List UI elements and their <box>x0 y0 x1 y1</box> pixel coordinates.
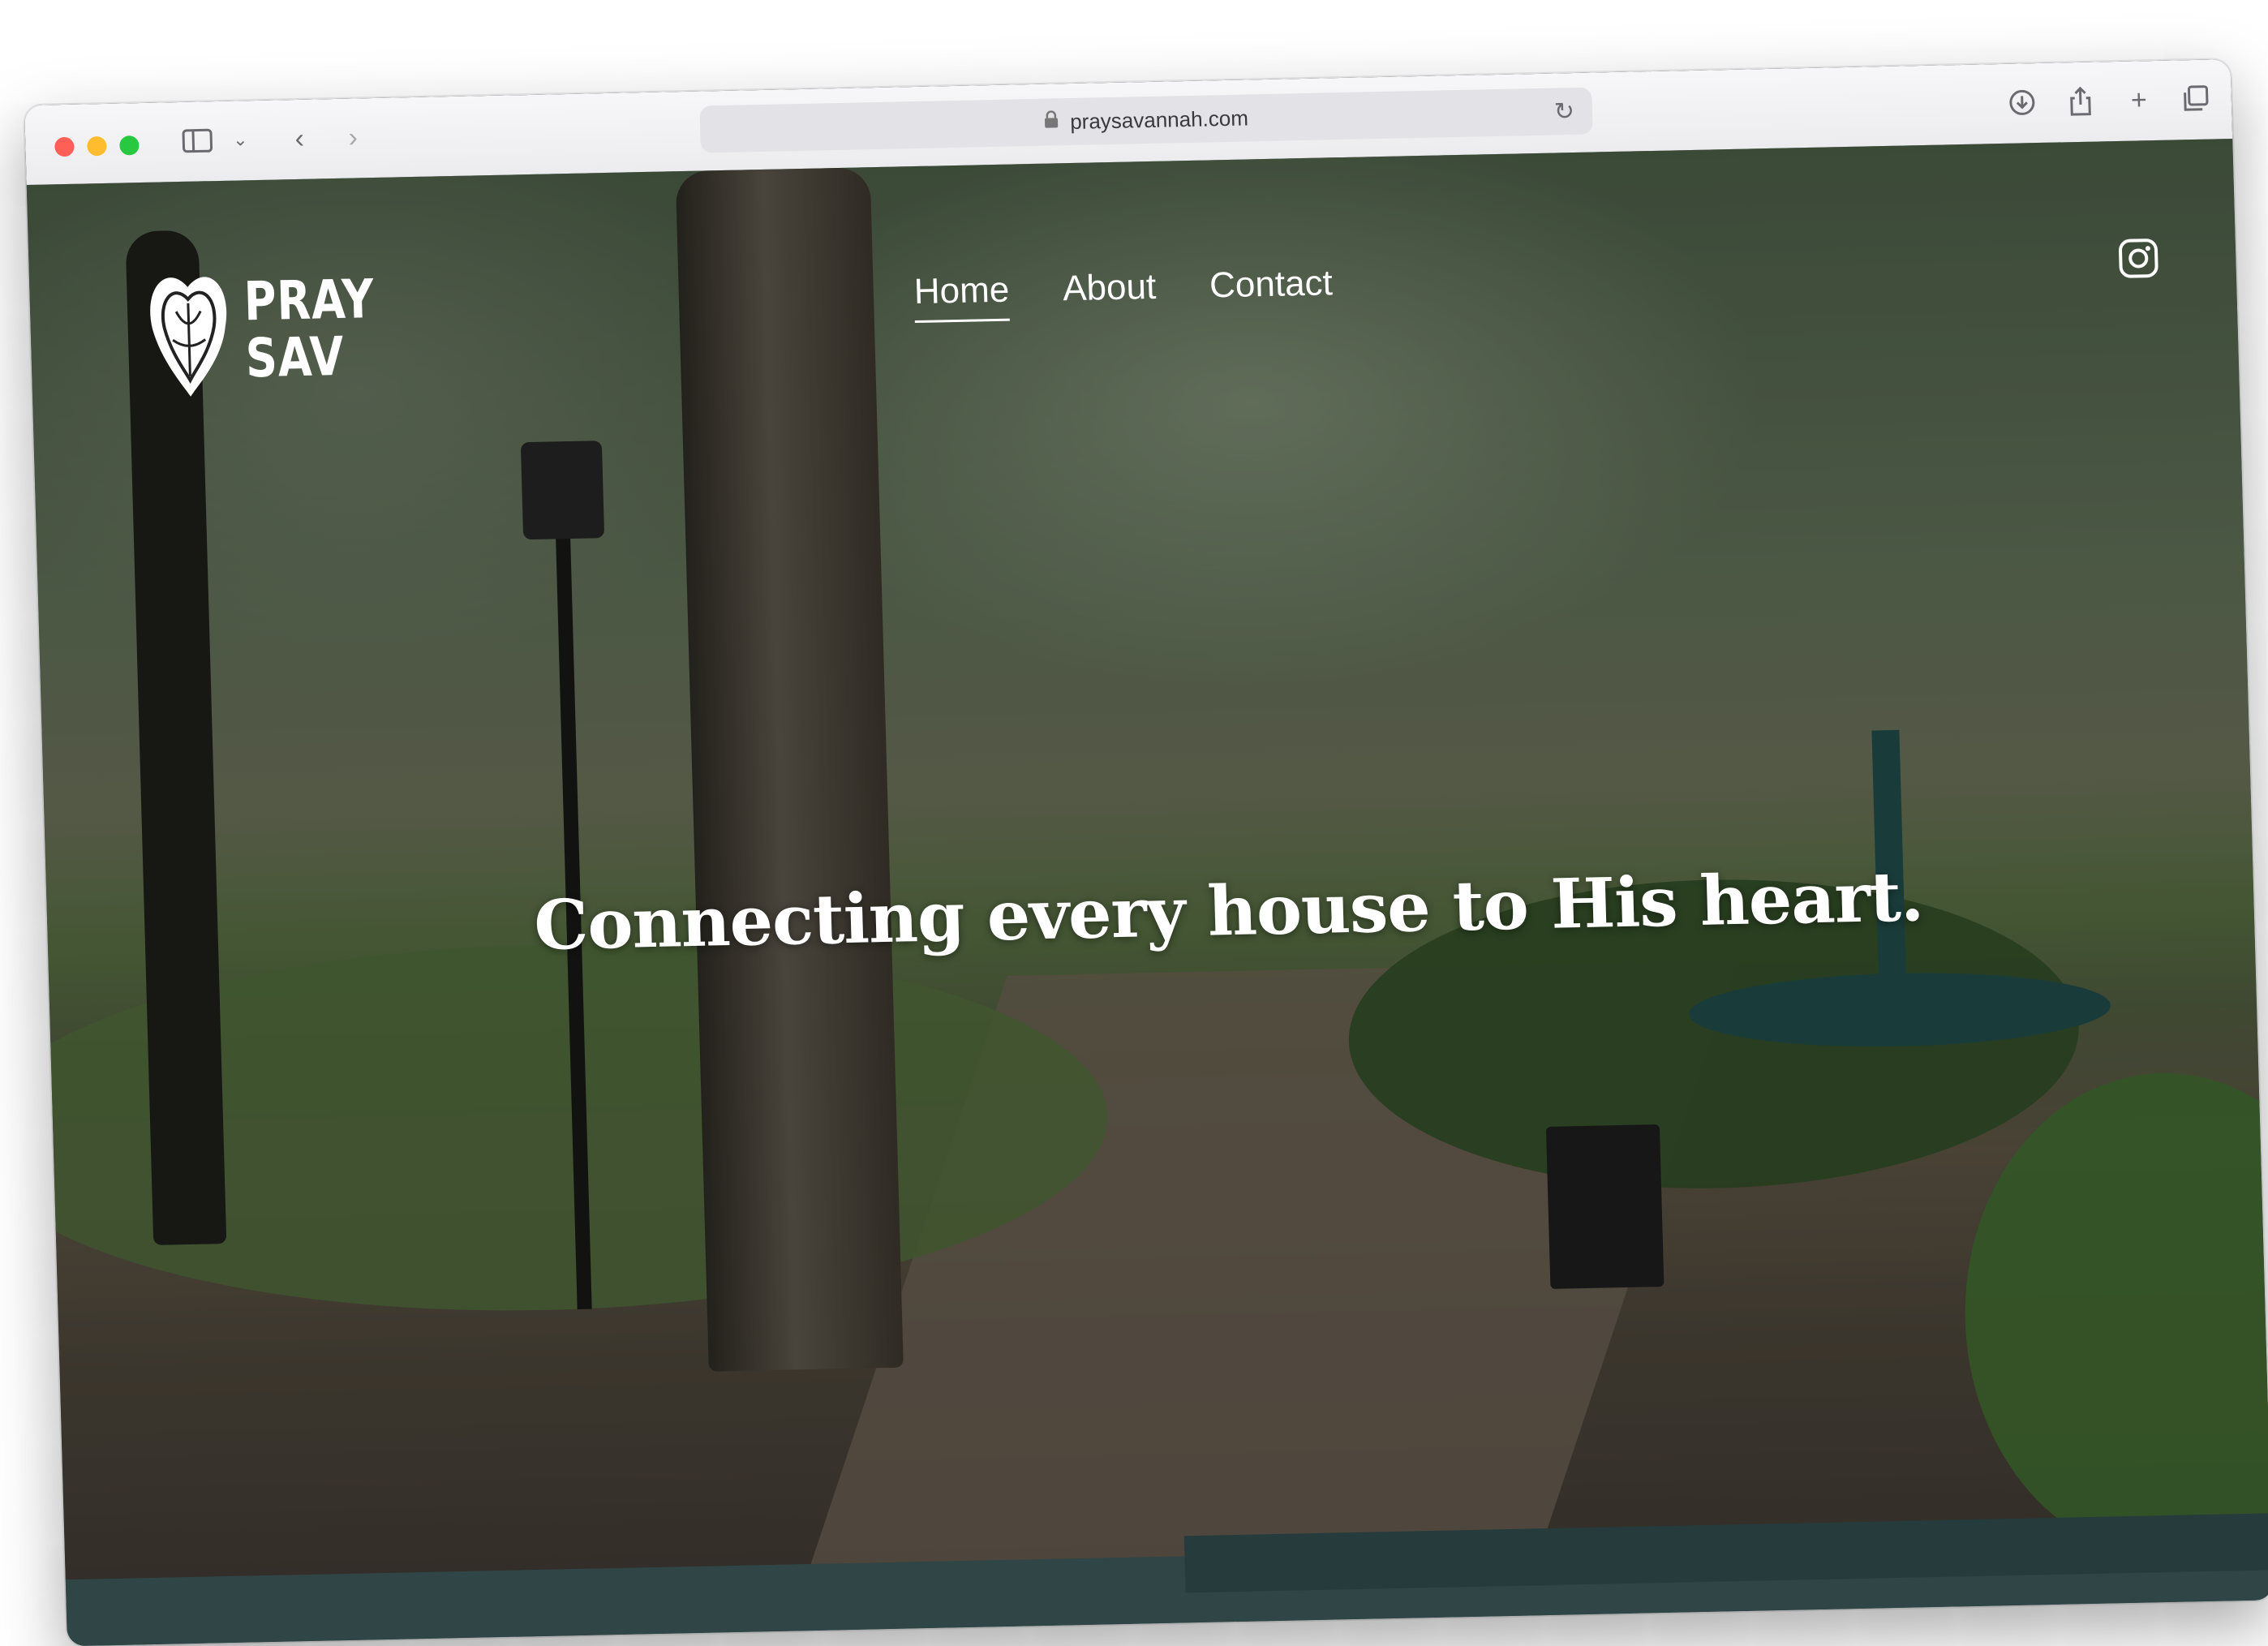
minimize-window-button[interactable] <box>87 135 107 157</box>
download-icon[interactable] <box>2004 84 2040 121</box>
zoom-window-button[interactable] <box>119 135 140 156</box>
logo-wordmark: PRAY SAV <box>243 268 376 390</box>
address-url: praysavannah.com <box>1069 105 1249 134</box>
chevron-down-icon[interactable]: ⌄ <box>228 122 253 158</box>
back-icon[interactable]: ‹ <box>283 120 316 157</box>
new-tab-icon[interactable]: + <box>2120 82 2157 118</box>
sidebar-icon[interactable] <box>179 122 216 159</box>
nav-home[interactable]: Home <box>913 269 1011 324</box>
instagram-icon[interactable] <box>2118 238 2159 279</box>
logo-line-1: PRAY <box>243 268 376 333</box>
hero-section: PRAY SAV Home About Contact Connecting e… <box>26 138 2268 1580</box>
nav-contact[interactable]: Contact <box>1209 263 1333 316</box>
share-icon[interactable] <box>2062 83 2098 119</box>
lock-icon <box>1044 110 1059 133</box>
address-bar[interactable]: praysavannah.com ↻ <box>699 87 1593 153</box>
logo-line-2: SAV <box>244 324 346 390</box>
site-logo[interactable]: PRAY SAV <box>143 258 406 402</box>
nav-about[interactable]: About <box>1062 267 1157 320</box>
browser-window: ⌄ ‹ › praysavannah.com ↻ + PRAY SAV Home… <box>24 59 2268 1646</box>
close-window-button[interactable] <box>54 136 75 157</box>
forward-icon[interactable]: › <box>337 119 370 156</box>
heart-logo-icon <box>150 277 227 397</box>
tabs-overview-icon[interactable] <box>2177 80 2214 117</box>
reload-icon[interactable]: ↻ <box>1553 97 1574 127</box>
main-nav: Home About Contact <box>913 263 1334 324</box>
